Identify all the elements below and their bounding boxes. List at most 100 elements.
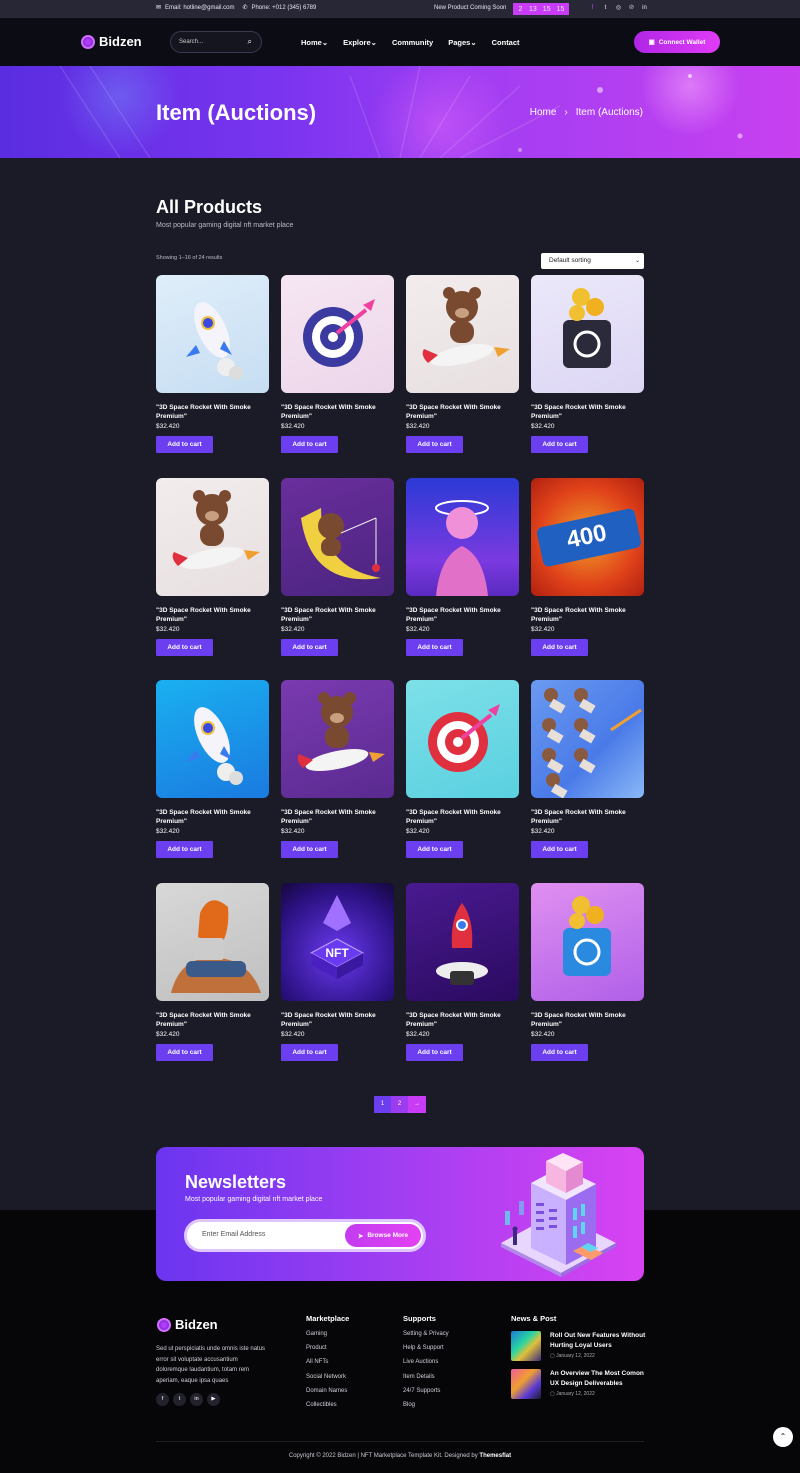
nav-home[interactable]: Home⌄ — [301, 38, 328, 47]
product-title[interactable]: "3D Space Rocket With Smoke Premium" — [406, 403, 519, 421]
product-image[interactable] — [156, 275, 269, 393]
site-logo[interactable]: Bidzen — [81, 34, 142, 49]
product-title[interactable]: "3D Space Rocket With Smoke Premium" — [156, 1011, 269, 1029]
add-to-cart-button[interactable]: Add to cart — [281, 436, 338, 453]
product-image[interactable] — [531, 680, 644, 798]
next-page-arrow[interactable]: → — [408, 1096, 426, 1113]
product-card[interactable]: "3D Space Rocket With Smoke Premium" $32.… — [156, 882, 269, 1061]
product-title[interactable]: "3D Space Rocket With Smoke Premium" — [531, 808, 644, 826]
nav-pages[interactable]: Pages⌄ — [448, 38, 476, 47]
add-to-cart-button[interactable]: Add to cart — [531, 1043, 588, 1061]
product-image[interactable]: 400 — [531, 477, 644, 596]
news-title[interactable]: An Overview The Most Comon UX Design Del… — [550, 1369, 650, 1388]
product-title[interactable]: "3D Space Rocket With Smoke Premium" — [156, 403, 269, 421]
search-input[interactable]: Search... ⌕ — [170, 31, 262, 53]
product-image[interactable] — [406, 882, 519, 1001]
email-info[interactable]: ✉ Email: hotline@gmail.com — [156, 5, 234, 11]
product-card[interactable]: NFT "3D Space Rocket With Smoke Premium" $… — [281, 882, 394, 1061]
facebook-icon[interactable]: f — [156, 1393, 169, 1406]
product-image[interactable]: NFT — [281, 882, 394, 1001]
product-title[interactable]: "3D Space Rocket With Smoke Premium" — [281, 403, 394, 421]
footer-link[interactable]: Live Auctions — [403, 1359, 449, 1373]
breadcrumb-home[interactable]: Home — [530, 107, 557, 118]
product-card[interactable]: "3D Space Rocket With Smoke Premium" $32.… — [406, 477, 519, 656]
product-card[interactable]: "3D Space Rocket With Smoke Premium" $32.… — [531, 882, 644, 1061]
add-to-cart-button[interactable]: Add to cart — [156, 436, 213, 453]
email-field[interactable]: Enter Email Address — [202, 1231, 265, 1238]
add-to-cart-button[interactable]: Add to cart — [531, 436, 588, 453]
product-image[interactable] — [406, 680, 519, 798]
product-title[interactable]: "3D Space Rocket With Smoke Premium" — [531, 606, 644, 624]
copyright-brand-link[interactable]: Themesflat — [479, 1453, 511, 1459]
product-card[interactable]: 400 "3D Space Rocket With Smoke Premium" $… — [531, 477, 644, 656]
footer-link[interactable]: All NFTs — [306, 1359, 349, 1373]
add-to-cart-button[interactable]: Add to cart — [156, 841, 213, 858]
footer-link[interactable]: Collectibles — [306, 1402, 349, 1416]
product-title[interactable]: "3D Space Rocket With Smoke Premium" — [281, 808, 394, 826]
product-card[interactable]: "3D Space Rocket With Smoke Premium" $32.… — [281, 275, 394, 453]
add-to-cart-button[interactable]: Add to cart — [531, 638, 588, 656]
add-to-cart-button[interactable]: Add to cart — [531, 841, 588, 858]
footer-link[interactable]: Gaming — [306, 1331, 349, 1345]
product-image[interactable] — [406, 477, 519, 596]
product-title[interactable]: "3D Space Rocket With Smoke Premium" — [531, 1011, 644, 1029]
product-image[interactable] — [156, 680, 269, 798]
product-card[interactable]: "3D Space Rocket With Smoke Premium" $32.… — [156, 275, 269, 453]
product-card[interactable]: "3D Space Rocket With Smoke Premium" $32.… — [406, 275, 519, 453]
product-title[interactable]: "3D Space Rocket With Smoke Premium" — [406, 606, 519, 624]
add-to-cart-button[interactable]: Add to cart — [406, 638, 463, 656]
footer-link[interactable]: Help & Support — [403, 1345, 449, 1359]
linkedin-icon[interactable]: in — [190, 1393, 203, 1406]
add-to-cart-button[interactable]: Add to cart — [406, 841, 463, 858]
connect-wallet-button[interactable]: ▣ Connect Wallet — [634, 31, 720, 53]
product-image[interactable] — [531, 275, 644, 393]
product-title[interactable]: "3D Space Rocket With Smoke Premium" — [156, 808, 269, 826]
nav-community[interactable]: Community — [392, 38, 433, 47]
product-card[interactable]: "3D Space Rocket With Smoke Premium" $32.… — [531, 275, 644, 453]
twitter-icon[interactable]: t — [173, 1393, 186, 1406]
pinterest-icon[interactable]: ℗ — [628, 5, 635, 12]
search-icon[interactable]: ⌕ — [248, 32, 252, 52]
product-image[interactable] — [281, 680, 394, 798]
footer-link[interactable]: Item Details — [403, 1374, 449, 1388]
news-post[interactable]: An Overview The Most Comon UX Design Del… — [511, 1369, 650, 1399]
add-to-cart-button[interactable]: Add to cart — [281, 1043, 338, 1061]
product-card[interactable]: "3D Space Rocket With Smoke Premium" $32.… — [281, 680, 394, 858]
footer-link[interactable]: Social Network — [306, 1374, 349, 1388]
footer-logo[interactable]: Bidzen — [157, 1317, 218, 1332]
product-card[interactable]: "3D Space Rocket With Smoke Premium" $32.… — [156, 477, 269, 656]
product-title[interactable]: "3D Space Rocket With Smoke Premium" — [406, 1011, 519, 1029]
nav-contact[interactable]: Contact — [492, 38, 520, 47]
product-title[interactable]: "3D Space Rocket With Smoke Premium" — [281, 606, 394, 624]
add-to-cart-button[interactable]: Add to cart — [406, 1043, 463, 1061]
youtube-icon[interactable]: ▶ — [207, 1393, 220, 1406]
facebook-icon[interactable]: f — [589, 5, 596, 12]
add-to-cart-button[interactable]: Add to cart — [406, 436, 463, 453]
footer-link[interactable]: Setting & Privacy — [403, 1331, 449, 1345]
twitter-icon[interactable]: t — [602, 5, 609, 12]
product-image[interactable] — [281, 477, 394, 596]
add-to-cart-button[interactable]: Add to cart — [156, 1043, 213, 1061]
footer-link[interactable]: 24/7 Supports — [403, 1388, 449, 1402]
product-image[interactable] — [531, 882, 644, 1001]
instagram-icon[interactable]: ◎ — [615, 5, 622, 12]
scroll-to-top-button[interactable]: ⌃ — [773, 1427, 793, 1447]
footer-link[interactable]: Blog — [403, 1402, 449, 1416]
news-title[interactable]: Roll Out New Features Without Hurting Lo… — [550, 1331, 650, 1350]
product-title[interactable]: "3D Space Rocket With Smoke Premium" — [156, 606, 269, 624]
add-to-cart-button[interactable]: Add to cart — [281, 638, 338, 656]
product-image[interactable] — [406, 275, 519, 393]
footer-link[interactable]: Domain Names — [306, 1388, 349, 1402]
add-to-cart-button[interactable]: Add to cart — [281, 841, 338, 858]
add-to-cart-button[interactable]: Add to cart — [156, 638, 213, 656]
page-1[interactable]: 1 — [374, 1096, 391, 1113]
phone-info[interactable]: ✆ Phone: +012 (345) 6789 — [242, 5, 316, 11]
product-card[interactable]: "3D Space Rocket With Smoke Premium" $32.… — [406, 882, 519, 1061]
browse-more-button[interactable]: ➤ Browse More — [345, 1224, 421, 1247]
product-title[interactable]: "3D Space Rocket With Smoke Premium" — [281, 1011, 394, 1029]
sorting-select[interactable]: Default sorting ⌄ — [541, 253, 644, 269]
page-2[interactable]: 2 — [391, 1096, 408, 1113]
product-title[interactable]: "3D Space Rocket With Smoke Premium" — [406, 808, 519, 826]
product-card[interactable]: "3D Space Rocket With Smoke Premium" $32.… — [156, 680, 269, 858]
product-card[interactable]: "3D Space Rocket With Smoke Premium" $32.… — [281, 477, 394, 656]
